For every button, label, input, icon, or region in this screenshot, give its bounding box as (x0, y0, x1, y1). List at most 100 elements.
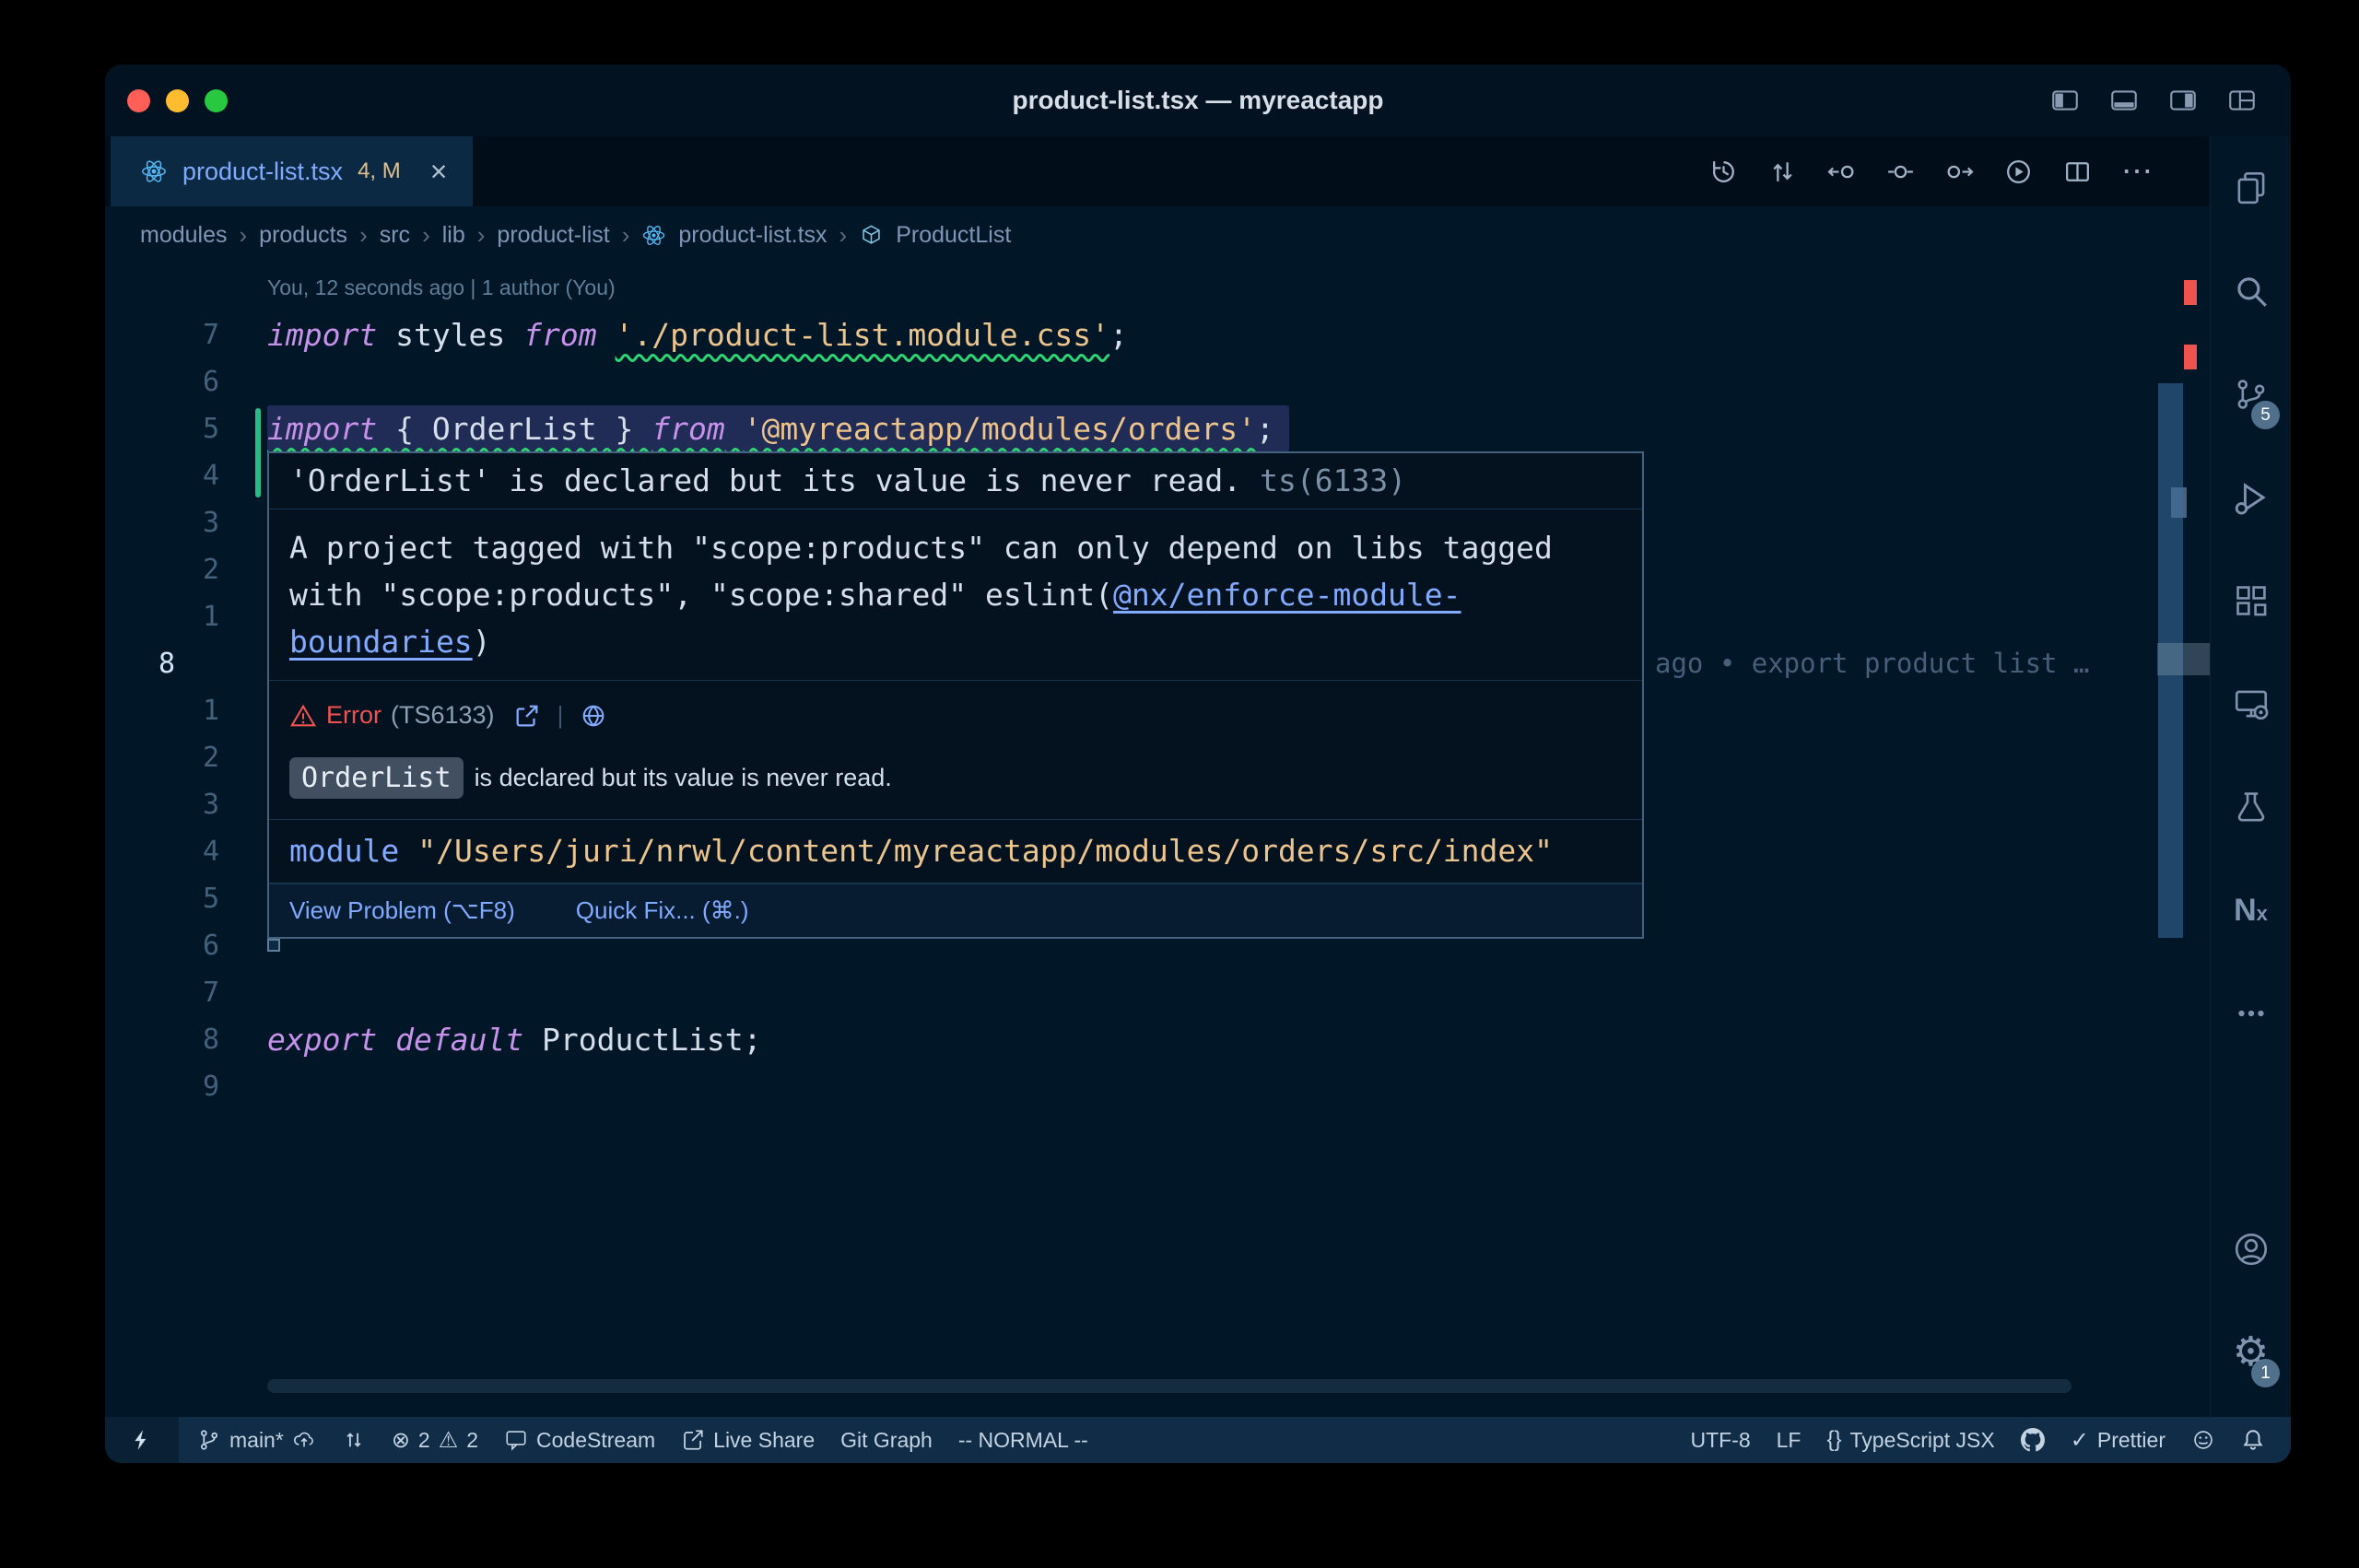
tab-product-list[interactable]: product-list.tsx 4, M × (111, 136, 473, 206)
sidebar-item-search[interactable] (2211, 240, 2291, 343)
gutter: 6 (105, 922, 267, 969)
line-number: 3 (203, 499, 219, 546)
code-line[interactable]: 9 (105, 1063, 2291, 1110)
github-status[interactable] (2008, 1417, 2058, 1463)
customize-layout-icon[interactable] (2224, 85, 2259, 116)
line-number: 8 (203, 1016, 219, 1063)
sidebar-item-remote-explorer[interactable] (2211, 652, 2291, 755)
inline-blame-annotation: ago • export product list … (1655, 640, 2160, 687)
timeline-history-icon[interactable] (1708, 157, 1739, 187)
minimap-viewport[interactable] (2157, 643, 2210, 675)
bell-icon (2241, 1428, 2265, 1452)
encoding-status[interactable]: UTF-8 (1677, 1417, 1763, 1463)
sidebar-item-testing[interactable] (2211, 755, 2291, 859)
codestream-icon (504, 1428, 528, 1452)
tab-decoration: 4, M (358, 158, 401, 184)
prettier-status[interactable]: ✓ Prettier (2058, 1417, 2178, 1463)
notifications-button[interactable] (2228, 1417, 2278, 1463)
sidebar-item-source-control[interactable]: 5 (2211, 343, 2291, 446)
line-number: 5 (203, 405, 219, 452)
minimize-window-button[interactable] (166, 89, 189, 112)
sidebar-item-more-views[interactable] (2211, 962, 2291, 1065)
react-file-icon (641, 223, 666, 248)
git-branch-status[interactable]: main* (184, 1417, 329, 1463)
more-actions-icon[interactable]: ⋯ (2121, 157, 2153, 187)
run-file-icon[interactable] (2003, 157, 2034, 187)
diagnostic-detail-section: Error(TS6133) | OrderList is declared bu… (269, 681, 1642, 820)
horizontal-scrollbar[interactable] (267, 1379, 2071, 1393)
sidebar-item-extensions[interactable] (2211, 549, 2291, 652)
codestream-status[interactable]: CodeStream (491, 1417, 668, 1463)
react-file-icon (140, 158, 168, 185)
gutter: 2 (105, 734, 267, 781)
git-branch-icon (197, 1428, 221, 1452)
account-button[interactable] (2211, 1198, 2291, 1301)
close-tab-icon[interactable]: × (430, 155, 448, 189)
breadcrumb-item-products[interactable]: products (259, 222, 347, 249)
toggle-bottom-panel-icon[interactable] (2107, 85, 2142, 116)
editor[interactable]: You, 12 seconds ago | 1 author (You) 7im… (105, 263, 2291, 1417)
remote-indicator[interactable] (105, 1417, 179, 1463)
minimap[interactable] (2157, 263, 2210, 1417)
line-number: 1 (203, 687, 219, 734)
open-external-icon[interactable] (513, 702, 541, 730)
git-graph-status[interactable]: Git Graph (827, 1417, 945, 1463)
breadcrumb-item-modules[interactable]: modules (140, 222, 228, 249)
title-bar: product-list.tsx — myreactapp (105, 64, 2291, 136)
status-bar-right: UTF-8 LF {} TypeScript JSX ✓ Prettier (1677, 1417, 2291, 1463)
live-share-status[interactable]: Live Share (668, 1417, 827, 1463)
window-title: product-list.tsx — myreactapp (105, 86, 2291, 115)
feedback-smiley-icon (2191, 1428, 2215, 1452)
breadcrumb-item-product-list[interactable]: product-list (497, 222, 609, 249)
breadcrumb-item-src[interactable]: src (380, 222, 410, 249)
close-window-button[interactable] (127, 89, 150, 112)
language-mode-status[interactable]: {} TypeScript JSX (1813, 1417, 2007, 1463)
toggle-right-panel-icon[interactable] (2165, 85, 2201, 116)
codelens-blame[interactable]: You, 12 seconds ago | 1 author (You) (105, 263, 2291, 311)
breadcrumb: modules › products › src › lib › product… (105, 206, 2291, 263)
globe-docs-icon[interactable] (580, 702, 607, 730)
sidebar-item-nx-console[interactable]: Nx (2211, 859, 2291, 962)
gutter: 3 (105, 499, 267, 546)
feedback-button[interactable] (2178, 1417, 2228, 1463)
breadcrumb-item-symbol[interactable]: ProductList (896, 222, 1011, 249)
compare-changes-icon[interactable] (1767, 157, 1798, 187)
previous-change-icon[interactable] (1826, 157, 1857, 187)
zoom-window-button[interactable] (205, 89, 228, 112)
line-number: 4 (203, 828, 219, 875)
code-line[interactable]: 7 (105, 969, 2291, 1016)
code-line[interactable]: 7import styles from './product-list.modu… (105, 311, 2291, 358)
codestream-label: CodeStream (536, 1428, 655, 1453)
eol-status[interactable]: LF (1764, 1417, 1814, 1463)
account-icon (2232, 1230, 2271, 1269)
extensions-icon (2232, 581, 2271, 620)
split-editor-icon[interactable] (2062, 157, 2093, 187)
quick-fix-action[interactable]: Quick Fix... (⌘.) (576, 896, 749, 925)
encoding-label: UTF-8 (1690, 1428, 1750, 1453)
git-compare-icon (342, 1428, 366, 1452)
settings-button[interactable]: ⚙ 1 (2211, 1301, 2291, 1404)
code-line[interactable]: 5import { OrderList } from '@myreactapp/… (105, 405, 2291, 452)
diagnostic-eslint-message: A project tagged with "scope:products" c… (269, 509, 1642, 681)
toggle-left-panel-icon[interactable] (2048, 85, 2083, 116)
sidebar-item-run-debug[interactable] (2211, 446, 2291, 549)
breadcrumb-separator: › (622, 221, 630, 250)
problems-status[interactable]: ⊗ 2 ⚠ 2 (379, 1417, 491, 1463)
breadcrumb-item-lib[interactable]: lib (442, 222, 465, 249)
next-change-icon[interactable] (1944, 157, 1975, 187)
beaker-icon (2232, 788, 2271, 826)
code-line[interactable]: 8export default ProductList; (105, 1016, 2291, 1063)
editor-toolbar: ⋯ (1708, 136, 2153, 206)
popup-footer: View Problem (⌥F8) Quick Fix... (⌘.) (269, 883, 1642, 937)
sidebar-item-explorer[interactable] (2211, 136, 2291, 240)
error-warning-icon (289, 702, 317, 730)
view-problem-action[interactable]: View Problem (⌥F8) (289, 896, 515, 925)
line-number: 7 (203, 969, 219, 1016)
code-line[interactable]: 6 (105, 358, 2291, 405)
open-change-icon[interactable] (1885, 157, 1916, 187)
vim-mode-status[interactable]: -- NORMAL -- (945, 1417, 1101, 1463)
git-compare-status[interactable] (329, 1417, 379, 1463)
breadcrumb-item-file[interactable]: product-list.tsx (678, 222, 827, 249)
popup-resize-handle[interactable] (267, 939, 280, 952)
gutter: 7 (105, 311, 267, 358)
